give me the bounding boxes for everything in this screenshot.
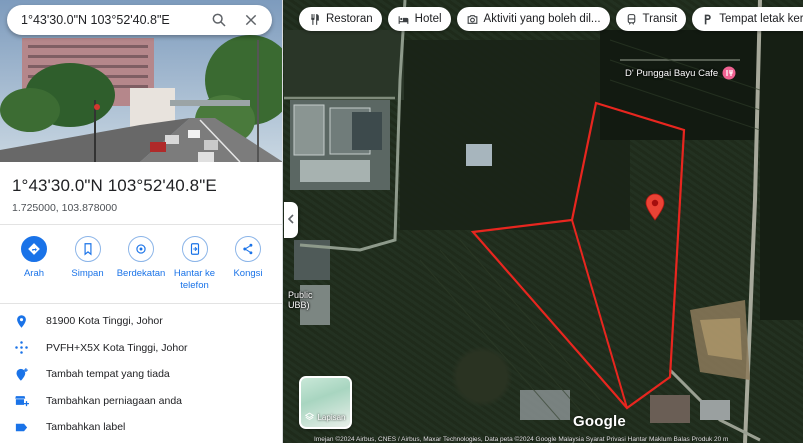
add-place-text: Tambah tempat yang tiada: [46, 368, 170, 381]
action-label: Kongsi: [233, 268, 263, 279]
place-title: 1°43'30.0"N 103°52'40.8"E: [12, 176, 217, 195]
add-label-row[interactable]: Tambahkan label: [0, 414, 282, 441]
chip-parking[interactable]: Tempat letak kereta: [692, 7, 803, 31]
chip-label: Restoran: [326, 13, 373, 25]
cafe-label[interactable]: D' Punggai Bayu Cafe: [625, 68, 718, 79]
add-label-text: Tambahkan label: [46, 421, 126, 434]
close-icon[interactable]: [240, 9, 262, 31]
street-view-photo[interactable]: [0, 0, 282, 162]
layers-button[interactable]: Lapisan: [299, 376, 352, 429]
parking-icon: [701, 13, 714, 26]
label-icon: [12, 418, 30, 436]
add-business-row[interactable]: Tambahkan perniagaan anda: [0, 388, 282, 415]
chip-activities[interactable]: Aktiviti yang boleh dil...: [456, 7, 610, 31]
nearby-button[interactable]: Berdekatan: [115, 236, 167, 292]
action-label: Berdekatan: [116, 268, 166, 279]
transit-icon: [625, 13, 638, 26]
chip-hotel[interactable]: Hotel: [387, 7, 451, 31]
add-place-row[interactable]: Tambah tempat yang tiada: [0, 361, 282, 388]
address-row[interactable]: 81900 Kota Tinggi, Johor: [0, 308, 282, 335]
place-details-list: 81900 Kota Tinggi, Johor PVFH+X5X Kota T…: [0, 304, 282, 441]
action-label: Arah: [23, 268, 45, 279]
search-icon[interactable]: [208, 9, 230, 31]
collapse-panel-button[interactable]: [284, 202, 298, 238]
restaurant-icon: [308, 13, 321, 26]
google-logo: Google: [573, 413, 626, 430]
address-text: 81900 Kota Tinggi, Johor: [46, 315, 163, 328]
camera-icon: [466, 13, 479, 26]
share-button[interactable]: Kongsi: [222, 236, 274, 292]
action-label: Hantar ke telefon: [173, 268, 216, 291]
save-button[interactable]: Simpan: [62, 236, 114, 292]
place-side-panel: 1°43'30.0"N 103°52'40.8"E 1.725000, 103.…: [0, 0, 283, 443]
layers-label: Lapisan: [317, 413, 346, 422]
map-attribution[interactable]: Imejan ©2024 Airbus, CNES / Airbus, Maxa…: [314, 436, 728, 443]
chip-label: Hotel: [414, 13, 442, 25]
chip-label: Transit: [642, 13, 678, 25]
layers-label-wrap: Lapisan: [301, 412, 350, 423]
place-decimal-coords: 1.725000, 103.878000: [12, 202, 118, 214]
bookmark-icon: [74, 236, 101, 262]
chip-transit[interactable]: Transit: [615, 7, 687, 31]
plot-internal-line: [571, 219, 628, 409]
location-pin-icon: [12, 312, 30, 330]
chip-label: Aktiviti yang boleh dil...: [483, 13, 601, 25]
plus-code-text: PVFH+X5X Kota Tinggi, Johor: [46, 341, 188, 354]
chip-restaurant[interactable]: Restoran: [299, 7, 382, 31]
chevron-left-icon: [287, 211, 295, 229]
hotel-icon: [397, 13, 410, 26]
action-buttons: Arah Simpan Berdekatan Hantar ke telefon…: [0, 225, 282, 292]
search-input[interactable]: [21, 13, 198, 27]
send-to-phone-icon: [181, 236, 208, 262]
action-label: Simpan: [71, 268, 104, 279]
location-marker-icon[interactable]: [645, 193, 665, 221]
public-label: Public: [288, 290, 313, 300]
add-place-icon: [12, 365, 30, 383]
category-chips: Restoran Hotel Aktiviti yang boleh dil..…: [299, 7, 803, 31]
directions-button[interactable]: Arah: [8, 236, 60, 292]
directions-icon: [21, 236, 47, 262]
chip-label: Tempat letak kereta: [719, 13, 803, 25]
add-business-icon: [12, 392, 30, 410]
layers-icon: [305, 412, 315, 423]
search-box: [7, 5, 272, 35]
nearby-icon: [128, 236, 154, 262]
plus-code-icon: [12, 339, 30, 357]
add-business-text: Tambahkan perniagaan anda: [46, 394, 183, 407]
send-to-phone-button[interactable]: Hantar ke telefon: [169, 236, 221, 292]
share-icon: [235, 236, 261, 262]
plus-code-row[interactable]: PVFH+X5X Kota Tinggi, Johor: [0, 335, 282, 362]
public-label-2: UBB): [288, 300, 310, 310]
cafe-pin-icon[interactable]: [722, 66, 736, 80]
